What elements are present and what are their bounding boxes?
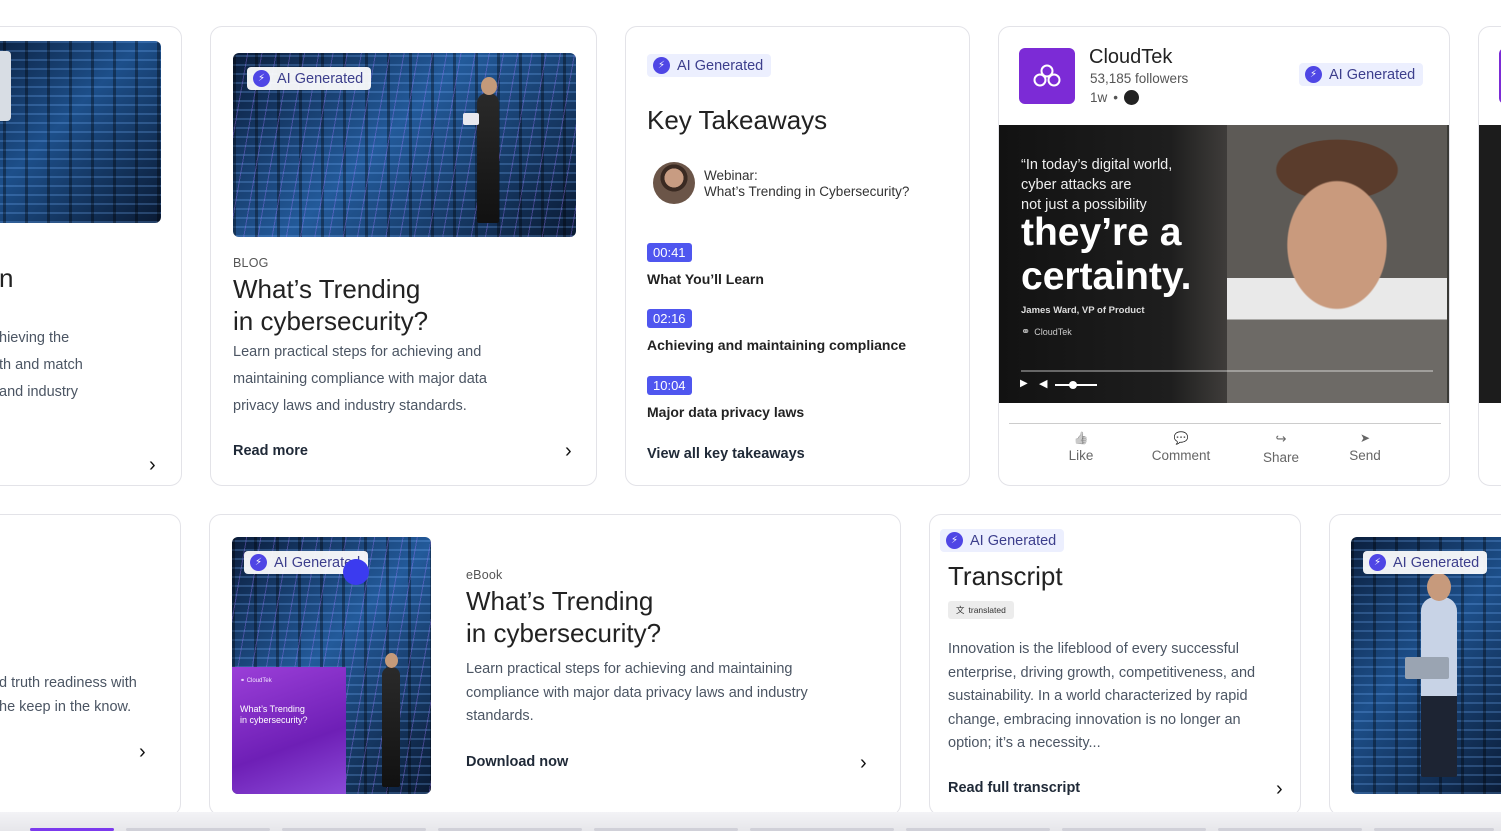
comment-button[interactable]: 💬 Comment bbox=[1145, 431, 1217, 463]
volume-slider[interactable] bbox=[1055, 381, 1097, 389]
card-title: Transcript bbox=[948, 561, 1063, 591]
post-actions: 👍 Like 💬 Comment ↪ Share ➤ Send bbox=[999, 431, 1449, 475]
ai-generated-badge: ⚡ AI Generated bbox=[647, 54, 772, 77]
ai-generated-badge: ⚡ AI Generated bbox=[940, 529, 1065, 552]
globe-icon bbox=[1124, 90, 1139, 105]
send-icon: ➤ bbox=[1359, 431, 1371, 445]
thumbs-up-icon: 👍 bbox=[1073, 431, 1089, 445]
takeaway-label[interactable]: What You’ll Learn bbox=[647, 271, 764, 287]
card-title: What’s Trending in cybersecurity? bbox=[466, 586, 662, 648]
presenter-photo bbox=[1227, 125, 1447, 403]
share-icon: ↪ bbox=[1275, 431, 1287, 446]
like-button[interactable]: 👍 Like bbox=[1061, 431, 1101, 463]
translate-icon: 文 bbox=[956, 605, 965, 615]
ebook-cover-image: ⚭ CloudTek What’s Trending in cybersecur… bbox=[232, 537, 431, 794]
video-progress-track[interactable] bbox=[1021, 370, 1433, 372]
card-title: Key Takeaways bbox=[647, 105, 828, 135]
company-name[interactable]: CloudTek bbox=[1089, 46, 1172, 69]
card-partial-left-bottom[interactable]: d truth readiness with he keep in the kn… bbox=[0, 514, 181, 816]
lightning-icon: ⚡ bbox=[946, 532, 963, 549]
transcript-text: Innovation is the lifeblood of every suc… bbox=[948, 641, 1256, 752]
card-body-fragment: hieving the th and match and industry bbox=[0, 330, 83, 400]
card-ebook[interactable]: ⚭ CloudTek What’s Trending in cybersecur… bbox=[209, 514, 901, 816]
video-logo: ⚭ CloudTek bbox=[1021, 326, 1072, 338]
card-description: Learn practical steps for achieving and … bbox=[233, 344, 487, 414]
ebook-cover: ⚭ CloudTek What’s Trending in cybersecur… bbox=[232, 667, 346, 794]
post-age: 1w • bbox=[1090, 90, 1139, 105]
takeaway-label[interactable]: Achieving and maintaining compliance bbox=[647, 337, 906, 353]
content-category: eBook bbox=[466, 568, 503, 582]
read-more-link[interactable]: Read more bbox=[233, 443, 308, 459]
video-attribution: James Ward, VP of Product bbox=[1021, 305, 1145, 316]
follower-count: 53,185 followers bbox=[1090, 71, 1189, 86]
card-transcript[interactable]: ⚡ AI Generated Transcript 文 translated I… bbox=[929, 514, 1301, 816]
cloud-logo-icon: ⚭ bbox=[1021, 326, 1031, 338]
takeaway-label[interactable]: Major data privacy laws bbox=[647, 404, 804, 420]
send-button[interactable]: ➤ Send bbox=[1343, 431, 1387, 463]
card-blog[interactable]: ⚡ AI Generated BLOG What’s Trending in c… bbox=[210, 26, 597, 486]
post-video[interactable]: “In today’s digital world, cyber attacks… bbox=[999, 125, 1449, 403]
timestamp-badge[interactable]: 00:41 bbox=[647, 243, 692, 262]
lightning-icon: ⚡ bbox=[653, 57, 670, 74]
ai-generated-badge: ⚡ AI Generated bbox=[1299, 63, 1424, 86]
card-title-fragment: n bbox=[0, 263, 14, 293]
chevron-right-icon[interactable]: › bbox=[565, 441, 572, 461]
content-category: BLOG bbox=[233, 256, 269, 270]
cloud-logo-icon bbox=[1033, 64, 1061, 87]
ai-generated-badge: ⚡ AI Generated bbox=[1363, 551, 1488, 574]
video-headline: they’re a certainty. bbox=[1021, 211, 1192, 298]
timestamp-badge[interactable]: 02:16 bbox=[647, 309, 692, 328]
lightning-icon: ⚡ bbox=[1305, 66, 1322, 83]
webinar-info: Webinar: What’s Trending in Cybersecurit… bbox=[704, 168, 910, 199]
card-social-post[interactable]: CloudTek 53,185 followers 1w • ⚡ AI Gene… bbox=[998, 26, 1450, 486]
chevron-right-icon[interactable]: › bbox=[1276, 779, 1283, 799]
chevron-right-icon[interactable]: › bbox=[139, 742, 146, 762]
card-title: What’s Trending in cybersecurity? bbox=[233, 274, 429, 336]
post-video bbox=[1479, 125, 1501, 403]
divider bbox=[1009, 423, 1441, 424]
translated-tag: 文 translated bbox=[948, 601, 1014, 619]
lightning-icon: ⚡ bbox=[250, 554, 267, 571]
download-now-link[interactable]: Download now bbox=[466, 754, 568, 770]
timestamp-badge[interactable]: 10:04 bbox=[647, 376, 692, 395]
share-button[interactable]: ↪ Share bbox=[1257, 431, 1305, 465]
read-full-transcript-link[interactable]: Read full transcript bbox=[948, 780, 1080, 796]
card-key-takeaways[interactable]: ⚡ AI Generated Key Takeaways Webinar: Wh… bbox=[625, 26, 970, 486]
card-description: Learn practical steps for achieving and … bbox=[466, 661, 808, 724]
datacenter-photo bbox=[0, 41, 161, 223]
chevron-right-icon[interactable]: › bbox=[149, 455, 156, 475]
card-partial-right-top[interactable] bbox=[1478, 26, 1501, 486]
play-icon[interactable]: ▶ bbox=[1020, 378, 1028, 389]
speaker-avatar bbox=[653, 162, 695, 204]
view-all-takeaways-link[interactable]: View all key takeaways bbox=[647, 446, 805, 462]
cursor-dot bbox=[343, 559, 369, 585]
comment-icon: 💬 bbox=[1173, 431, 1189, 445]
card-partial-left-top[interactable]: n hieving the th and match and industry … bbox=[0, 26, 182, 486]
datacenter-photo bbox=[1351, 537, 1501, 794]
lightning-icon: ⚡ bbox=[1369, 554, 1386, 571]
chevron-right-icon[interactable]: › bbox=[860, 753, 867, 773]
company-logo bbox=[1019, 48, 1075, 104]
ai-generated-badge: ⚡ AI Generated bbox=[247, 67, 372, 90]
video-quote: “In today’s digital world, cyber attacks… bbox=[1021, 157, 1173, 213]
card-body-fragment: d truth readiness with he keep in the kn… bbox=[0, 675, 137, 715]
lightning-icon: ⚡ bbox=[253, 70, 270, 87]
volume-icon[interactable]: ◀ bbox=[1039, 377, 1047, 390]
card-partial-right-bottom[interactable]: ⚡ AI Generated bbox=[1329, 514, 1501, 816]
carousel-indicator-bar bbox=[0, 812, 1501, 831]
